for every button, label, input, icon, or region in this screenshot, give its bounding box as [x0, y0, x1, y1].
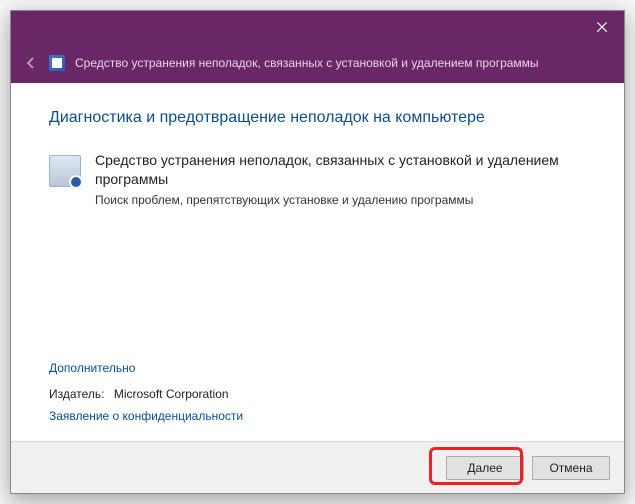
wizard-title: Средство устранения неполадок, связанных…: [75, 56, 539, 70]
troubleshooter-description: Поиск проблем, препятствующих установке …: [95, 193, 586, 207]
bottom-info: Дополнительно Издатель: Microsoft Corpor…: [49, 359, 243, 425]
troubleshooter-icon: [49, 55, 65, 71]
privacy-link[interactable]: Заявление о конфиденциальности: [49, 409, 243, 423]
troubleshooter-block: Средство устранения неполадок, связанных…: [49, 151, 586, 207]
troubleshooter-text: Средство устранения неполадок, связанных…: [95, 151, 586, 207]
window-titlebar: [11, 11, 624, 43]
publisher-value: Microsoft Corporation: [114, 387, 229, 401]
page-title: Диагностика и предотвращение неполадок н…: [49, 109, 586, 127]
troubleshooter-dialog: Средство устранения неполадок, связанных…: [10, 10, 625, 494]
advanced-link[interactable]: Дополнительно: [49, 361, 135, 375]
wizard-header: Средство устранения неполадок, связанных…: [11, 43, 624, 83]
wizard-content: Диагностика и предотвращение неполадок н…: [11, 83, 624, 441]
troubleshooter-title: Средство устранения неполадок, связанных…: [95, 151, 586, 189]
next-button[interactable]: Далее: [446, 456, 524, 480]
cancel-button[interactable]: Отмена: [532, 456, 610, 480]
close-icon: [597, 22, 607, 32]
publisher-row: Издатель: Microsoft Corporation: [49, 387, 243, 401]
close-button[interactable]: [579, 11, 624, 43]
wizard-footer: Далее Отмена: [11, 441, 624, 493]
publisher-label: Издатель:: [49, 387, 105, 401]
back-arrow-icon: [23, 55, 39, 71]
monitor-icon: [49, 155, 81, 187]
